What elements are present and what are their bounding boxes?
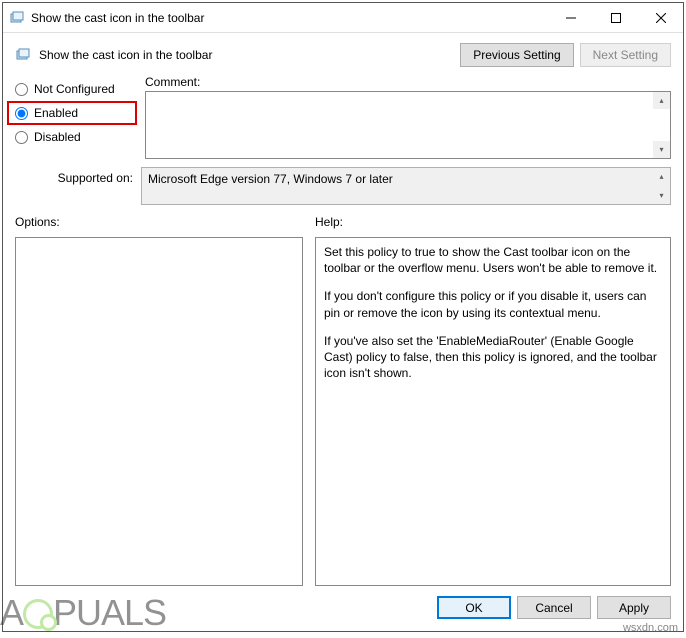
maximize-button[interactable] [593, 3, 638, 33]
scroll-up-icon[interactable]: ▴ [653, 168, 670, 185]
comment-field-wrap: ▴ ▾ [145, 91, 671, 159]
window-controls [548, 3, 683, 33]
footer-buttons: OK Cancel Apply [3, 586, 683, 631]
app-icon [9, 10, 25, 26]
comment-field[interactable] [146, 92, 653, 158]
options-column: Options: [15, 215, 303, 586]
radio-disabled-input[interactable] [15, 131, 28, 144]
help-column: Help: Set this policy to true to show th… [315, 215, 671, 586]
options-panel [15, 237, 303, 586]
titlebar: Show the cast icon in the toolbar [3, 3, 683, 33]
radio-enabled[interactable]: Enabled [7, 101, 137, 125]
close-button[interactable] [638, 3, 683, 33]
options-label: Options: [15, 215, 303, 229]
minimize-button[interactable] [548, 3, 593, 33]
supported-scroll: ▴ ▾ [653, 168, 670, 204]
radio-not-configured-label: Not Configured [34, 82, 115, 96]
radio-disabled-label: Disabled [34, 130, 81, 144]
comment-scroll: ▴ ▾ [653, 92, 670, 158]
scroll-up-icon[interactable]: ▴ [653, 92, 670, 109]
supported-on-label: Supported on: [7, 167, 141, 185]
header-row: Show the cast icon in the toolbar Previo… [3, 33, 683, 75]
next-setting-button[interactable]: Next Setting [580, 43, 671, 67]
scroll-down-icon[interactable]: ▾ [653, 187, 670, 204]
lower-panels: Options: Help: Set this policy to true t… [3, 209, 683, 586]
comment-label: Comment: [145, 75, 671, 89]
radio-enabled-label: Enabled [34, 106, 78, 120]
radio-not-configured[interactable]: Not Configured [7, 77, 137, 101]
config-row: Not Configured Enabled Disabled Comment:… [3, 75, 683, 165]
help-paragraph: If you've also set the 'EnableMediaRoute… [324, 333, 662, 382]
previous-setting-button[interactable]: Previous Setting [460, 43, 573, 67]
supported-row: Supported on: Microsoft Edge version 77,… [3, 165, 683, 209]
help-paragraph: If you don't configure this policy or if… [324, 288, 662, 320]
help-panel: Set this policy to true to show the Cast… [315, 237, 671, 586]
radio-not-configured-input[interactable] [15, 83, 28, 96]
comment-area: Comment: ▴ ▾ [145, 75, 671, 159]
scroll-down-icon[interactable]: ▾ [653, 141, 670, 158]
radio-disabled[interactable]: Disabled [7, 125, 137, 149]
apply-button[interactable]: Apply [597, 596, 671, 619]
dialog-window: Show the cast icon in the toolbar Show t… [2, 2, 684, 632]
help-paragraph: Set this policy to true to show the Cast… [324, 244, 662, 276]
state-radio-group: Not Configured Enabled Disabled [7, 75, 137, 159]
supported-on-value: Microsoft Edge version 77, Windows 7 or … [142, 168, 653, 204]
supported-on-field: Microsoft Edge version 77, Windows 7 or … [141, 167, 671, 205]
radio-enabled-input[interactable] [15, 107, 28, 120]
window-title: Show the cast icon in the toolbar [31, 11, 548, 25]
help-label: Help: [315, 215, 671, 229]
policy-title: Show the cast icon in the toolbar [39, 48, 454, 62]
policy-icon [15, 47, 31, 63]
ok-button[interactable]: OK [437, 596, 511, 619]
cancel-button[interactable]: Cancel [517, 596, 591, 619]
